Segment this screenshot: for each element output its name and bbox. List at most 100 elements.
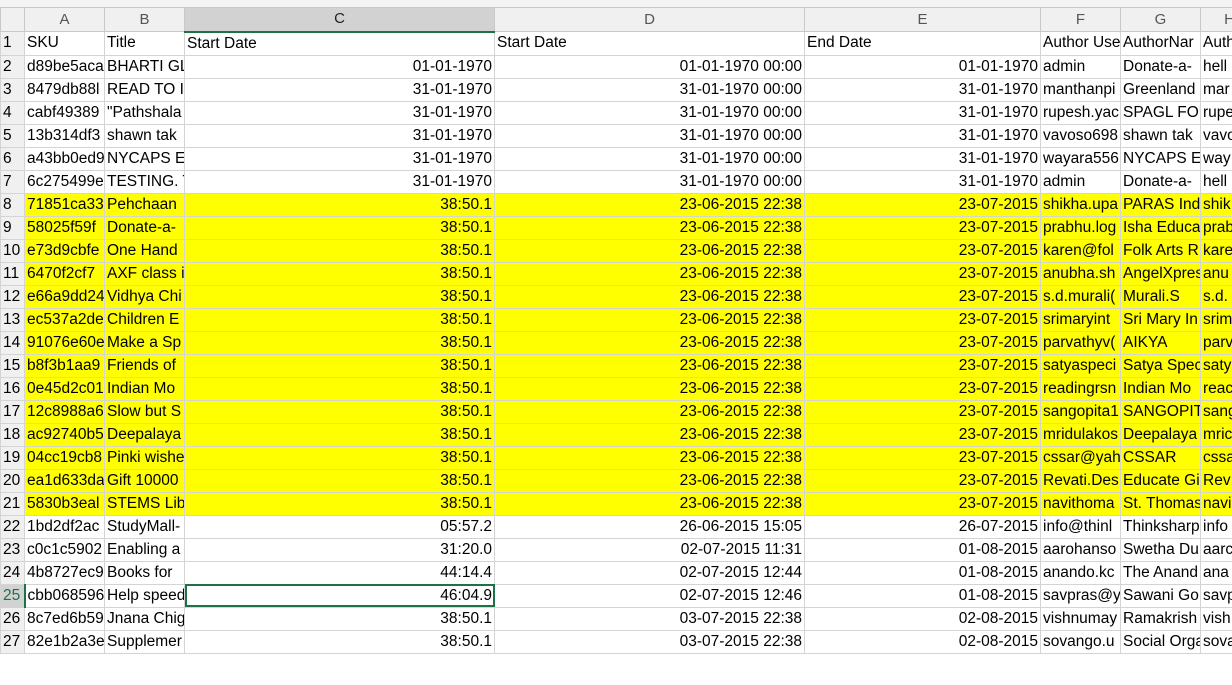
cell-e4[interactable]: 31-01-1970 [804,100,1041,125]
cell-e16[interactable]: 23-07-2015 [804,376,1041,401]
cell-a7[interactable]: 6c275499e [24,169,105,194]
cell-b4[interactable]: "Pathshala [104,100,185,125]
cell-g26[interactable]: Ramakrish [1120,606,1201,631]
cell-c7[interactable]: 31-01-1970 [184,169,495,194]
row-header[interactable]: 19 [0,445,25,470]
cell-a2[interactable]: d89be5aca [24,54,105,79]
column-header-d[interactable]: D [494,7,805,32]
cell-e3[interactable]: 31-01-1970 [804,77,1041,102]
cell-d25[interactable]: 02-07-2015 12:46 [494,583,805,608]
cell-a27[interactable]: 82e1b2a3e [24,629,105,654]
cell-g1[interactable]: AuthorNar [1120,31,1201,56]
cell-d23[interactable]: 02-07-2015 11:31 [494,537,805,562]
cell-h10[interactable]: kare [1200,238,1232,263]
cell-e9[interactable]: 23-07-2015 [804,215,1041,240]
row-header[interactable]: 10 [0,238,25,263]
cell-a10[interactable]: e73d9cbfe [24,238,105,263]
row-header[interactable]: 24 [0,560,25,585]
cell-b13[interactable]: Children E [104,307,185,332]
cell-c5[interactable]: 31-01-1970 [184,123,495,148]
row-header[interactable]: 4 [0,100,25,125]
cell-a3[interactable]: 8479db88l [24,77,105,102]
cell-c15[interactable]: 38:50.1 [184,353,495,378]
cell-b7[interactable]: TESTING. T [104,169,185,194]
cell-f20[interactable]: Revati.Des [1040,468,1121,493]
cell-f11[interactable]: anubha.sh [1040,261,1121,286]
cell-a24[interactable]: 4b8727ec9 [24,560,105,585]
row-header[interactable]: 5 [0,123,25,148]
cell-g27[interactable]: Social Orga [1120,629,1201,654]
cell-h20[interactable]: Rev [1200,468,1232,493]
cell-d10[interactable]: 23-06-2015 22:38 [494,238,805,263]
cell-b8[interactable]: Pehchaan [104,192,185,217]
column-header-c[interactable]: C [184,7,495,33]
cell-b21[interactable]: STEMS Libr [104,491,185,516]
cell-d14[interactable]: 23-06-2015 22:38 [494,330,805,355]
cell-d11[interactable]: 23-06-2015 22:38 [494,261,805,286]
cell-e18[interactable]: 23-07-2015 [804,422,1041,447]
cell-a11[interactable]: 6470f2cf7 [24,261,105,286]
row-header[interactable]: 9 [0,215,25,240]
cell-h15[interactable]: saty [1200,353,1232,378]
cell-c11[interactable]: 38:50.1 [184,261,495,286]
cell-f17[interactable]: sangopita1 [1040,399,1121,424]
cell-d16[interactable]: 23-06-2015 22:38 [494,376,805,401]
cell-c22[interactable]: 05:57.2 [184,514,495,539]
cell-f26[interactable]: vishnumay [1040,606,1121,631]
cell-f6[interactable]: wayara556 [1040,146,1121,171]
row-header[interactable]: 14 [0,330,25,355]
cell-b6[interactable]: NYCAPS ES [104,146,185,171]
cell-c1[interactable]: Start Date [184,31,495,56]
cell-h7[interactable]: hell [1200,169,1232,194]
cell-h18[interactable]: mric [1200,422,1232,447]
cell-e10[interactable]: 23-07-2015 [804,238,1041,263]
row-header[interactable]: 11 [0,261,25,286]
cell-d22[interactable]: 26-06-2015 15:05 [494,514,805,539]
cell-g23[interactable]: Swetha Du [1120,537,1201,562]
column-header-g[interactable]: G [1120,7,1201,32]
cell-h27[interactable]: sova [1200,629,1232,654]
cell-f1[interactable]: Author Use [1040,31,1121,56]
row-header[interactable]: 3 [0,77,25,102]
cell-g25[interactable]: Sawani Go [1120,583,1201,608]
cell-g15[interactable]: Satya Spec [1120,353,1201,378]
cell-e23[interactable]: 01-08-2015 [804,537,1041,562]
cell-f21[interactable]: navithoma [1040,491,1121,516]
cell-d19[interactable]: 23-06-2015 22:38 [494,445,805,470]
cell-g11[interactable]: AngelXpres [1120,261,1201,286]
row-header[interactable]: 21 [0,491,25,516]
cell-a12[interactable]: e66a9dd24 [24,284,105,309]
cell-d13[interactable]: 23-06-2015 22:38 [494,307,805,332]
cell-a4[interactable]: cabf49389 [24,100,105,125]
column-header-f[interactable]: F [1040,7,1121,32]
cell-h22[interactable]: info [1200,514,1232,539]
cell-d2[interactable]: 01-01-1970 00:00 [494,54,805,79]
cell-b20[interactable]: Gift 10000 [104,468,185,493]
cell-g9[interactable]: Isha Educa [1120,215,1201,240]
cell-a5[interactable]: 13b314df3 [24,123,105,148]
cell-g5[interactable]: shawn tak [1120,123,1201,148]
cell-g21[interactable]: St. Thomas [1120,491,1201,516]
cell-e26[interactable]: 02-08-2015 [804,606,1041,631]
cell-a16[interactable]: 0e45d2c01 [24,376,105,401]
cell-e6[interactable]: 31-01-1970 [804,146,1041,171]
cell-d9[interactable]: 23-06-2015 22:38 [494,215,805,240]
cell-g12[interactable]: Murali.S [1120,284,1201,309]
cell-h25[interactable]: savp [1200,583,1232,608]
cell-e25[interactable]: 01-08-2015 [804,583,1041,608]
cell-c13[interactable]: 38:50.1 [184,307,495,332]
row-header[interactable]: 2 [0,54,25,79]
cell-a21[interactable]: 5830b3eal [24,491,105,516]
cell-f14[interactable]: parvathyv( [1040,330,1121,355]
cell-g20[interactable]: Educate Gi [1120,468,1201,493]
cell-e5[interactable]: 31-01-1970 [804,123,1041,148]
row-header[interactable]: 15 [0,353,25,378]
cell-a18[interactable]: ac92740b5 [24,422,105,447]
cell-d17[interactable]: 23-06-2015 22:38 [494,399,805,424]
cell-f4[interactable]: rupesh.yac [1040,100,1121,125]
cell-d15[interactable]: 23-06-2015 22:38 [494,353,805,378]
cell-g19[interactable]: CSSAR [1120,445,1201,470]
cell-b9[interactable]: Donate-a- [104,215,185,240]
cell-h1[interactable]: Auth [1200,31,1232,56]
row-header[interactable]: 20 [0,468,25,493]
